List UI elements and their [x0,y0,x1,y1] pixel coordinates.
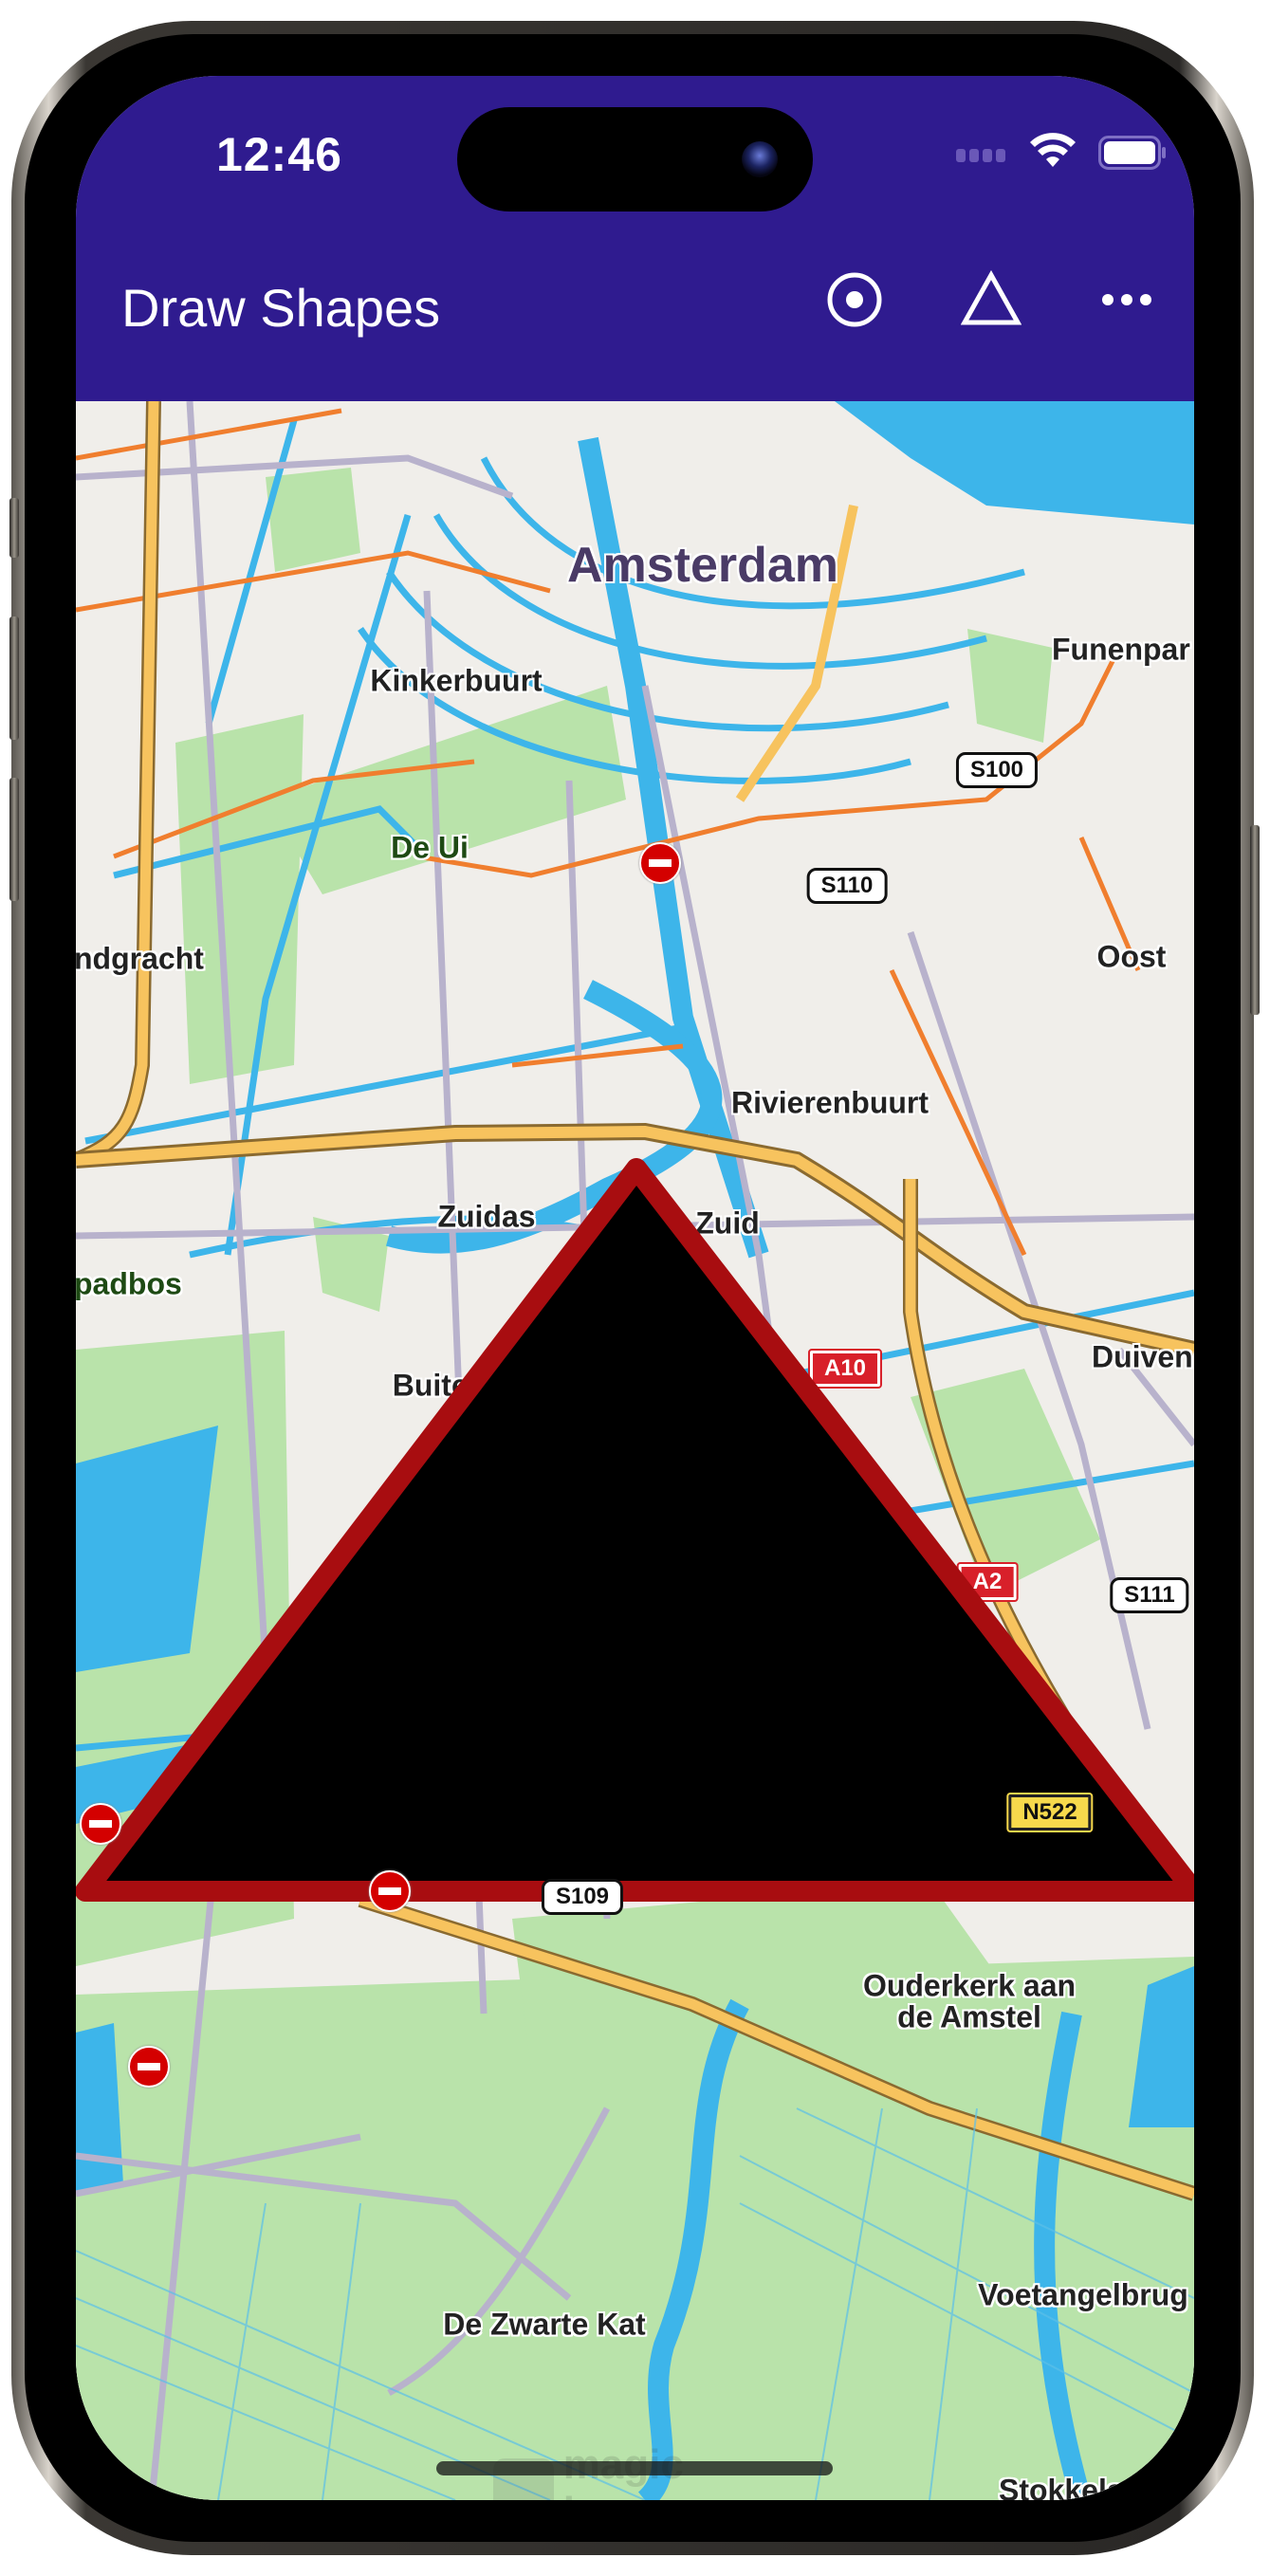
more-options-button[interactable] [1089,262,1165,338]
drawn-triangle[interactable] [76,1158,1194,1902]
triangle-icon [961,269,1022,325]
front-camera-icon [742,141,778,177]
drawn-triangle-layer [76,1158,1194,1902]
cellular-signal-icon [956,149,1013,162]
draw-triangle-button[interactable] [953,262,1029,338]
mute-switch [9,498,19,558]
circle-dot-icon [827,272,882,327]
volume-down-button [9,778,19,901]
no-entry-icon [80,1803,121,1845]
no-entry-icon [369,1870,411,1912]
map-view[interactable]: Amsterdam Kinkerbuurt Funenpar ndgracht … [76,401,1194,2500]
volume-up-button [9,616,19,740]
app-bar: Draw Shapes [76,235,1194,401]
more-horizontal-icon [1102,294,1151,305]
power-button [1250,825,1260,1015]
app-title: Draw Shapes [121,278,441,338]
road-badge: S109 [541,1879,624,1915]
wifi-icon [1030,133,1076,167]
status-bar: 12:46 [76,76,1194,235]
battery-icon [1098,136,1166,170]
status-time: 12:46 [216,128,342,181]
home-indicator[interactable] [436,2461,833,2475]
dynamic-island [457,107,813,212]
road-badge: N522 [1006,1793,1094,1832]
draw-circle-button[interactable] [817,262,893,338]
screen: Amsterdam Kinkerbuurt Funenpar ndgracht … [76,76,1194,2500]
